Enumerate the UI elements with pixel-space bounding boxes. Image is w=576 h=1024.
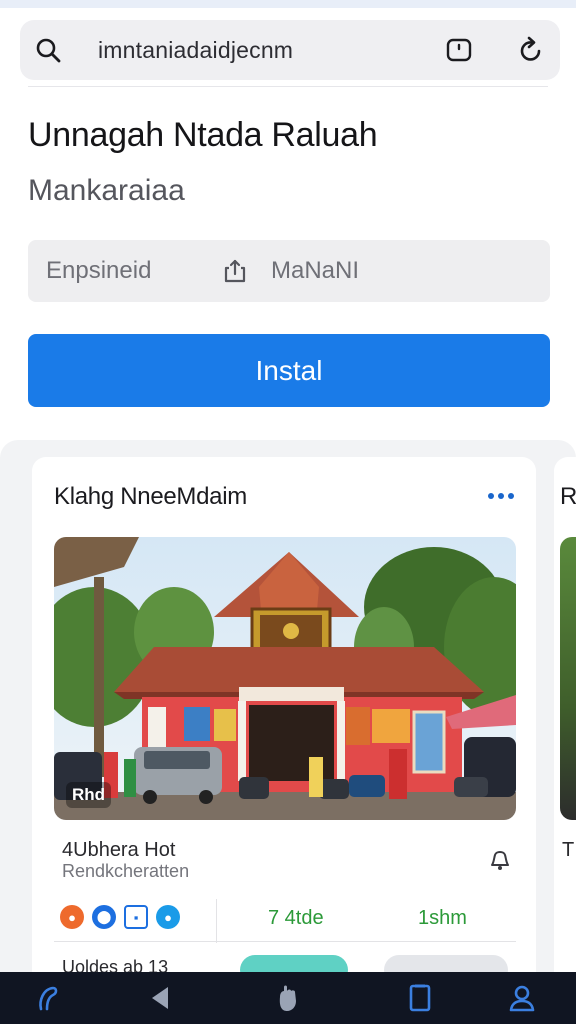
reload-icon — [520, 36, 541, 61]
nav-profile-button[interactable] — [494, 972, 550, 1024]
orange-badge-icon: ● — [60, 905, 84, 929]
listing-card[interactable]: Klahg NneeMdaim Rhd 4Ubhera Hot Rendkche… — [32, 457, 536, 997]
listing-meta-subtitle: Rendkcheratten — [62, 861, 190, 881]
share-icon — [224, 259, 246, 283]
install-button[interactable]: Instal — [28, 334, 550, 407]
share-button[interactable] — [220, 256, 250, 286]
header-divider — [28, 86, 548, 87]
stats-row: ● ⬤ ▪ ● 7 4tde 1shm — [54, 899, 516, 943]
photo-badge: Rhd — [66, 782, 112, 808]
next-card-peek[interactable]: R T — [554, 457, 576, 997]
next-card-text: T — [562, 839, 575, 861]
stat-value-1: 7 4tde — [268, 907, 324, 929]
nav-hand-button[interactable] — [260, 972, 316, 1024]
square-icon: ▪ — [124, 905, 148, 929]
address-text[interactable]: imntaniadaidjecnm — [98, 20, 293, 80]
nav-back-button[interactable] — [132, 972, 188, 1024]
nav-home-button[interactable] — [20, 972, 76, 1024]
tabs-icon — [446, 38, 472, 62]
stats-separator — [216, 899, 217, 943]
next-card-title: R — [560, 483, 576, 510]
search-button[interactable] — [20, 20, 76, 80]
listing-meta-title: 4Ubhera Hot — [62, 839, 176, 861]
app-subtitle: Mankaraiaa — [28, 174, 185, 207]
stat-value-2: 1shm — [418, 907, 467, 929]
temple-photo — [54, 537, 516, 820]
app-title: Unnagah Ntada Raluah — [28, 116, 378, 154]
card-title: Klahg NneeMdaim — [54, 483, 247, 510]
info-box: Enpsineid MaNaNI — [28, 240, 550, 302]
chat-icon: ● — [156, 905, 180, 929]
tabs-button[interactable] — [442, 33, 476, 67]
more-button[interactable] — [484, 481, 518, 511]
bell-icon — [491, 851, 509, 870]
profile-icon — [509, 985, 535, 1012]
more-icon — [488, 493, 514, 499]
tabs-icon — [409, 984, 431, 1012]
pin-icon: ⬤ — [92, 905, 116, 929]
address-bar[interactable]: imntaniadaidjecnm — [20, 20, 560, 80]
stats-divider — [54, 941, 516, 942]
back-icon — [152, 987, 168, 1009]
reload-button[interactable] — [514, 33, 548, 67]
hand-icon — [279, 985, 296, 1011]
home-icon — [39, 986, 58, 1011]
search-icon — [36, 38, 61, 63]
info-left-label: Enpsineid — [46, 257, 152, 284]
listing-photo[interactable]: Rhd — [54, 537, 516, 820]
next-card-photo — [560, 537, 576, 820]
nav-tabs-button[interactable] — [392, 972, 448, 1024]
platform-icons: ● ⬤ ▪ ● — [60, 905, 180, 929]
notify-button[interactable] — [484, 842, 516, 874]
info-right-label: MaNaNI — [271, 257, 360, 284]
bottom-navigation — [0, 972, 576, 1024]
top-strip — [0, 0, 576, 8]
